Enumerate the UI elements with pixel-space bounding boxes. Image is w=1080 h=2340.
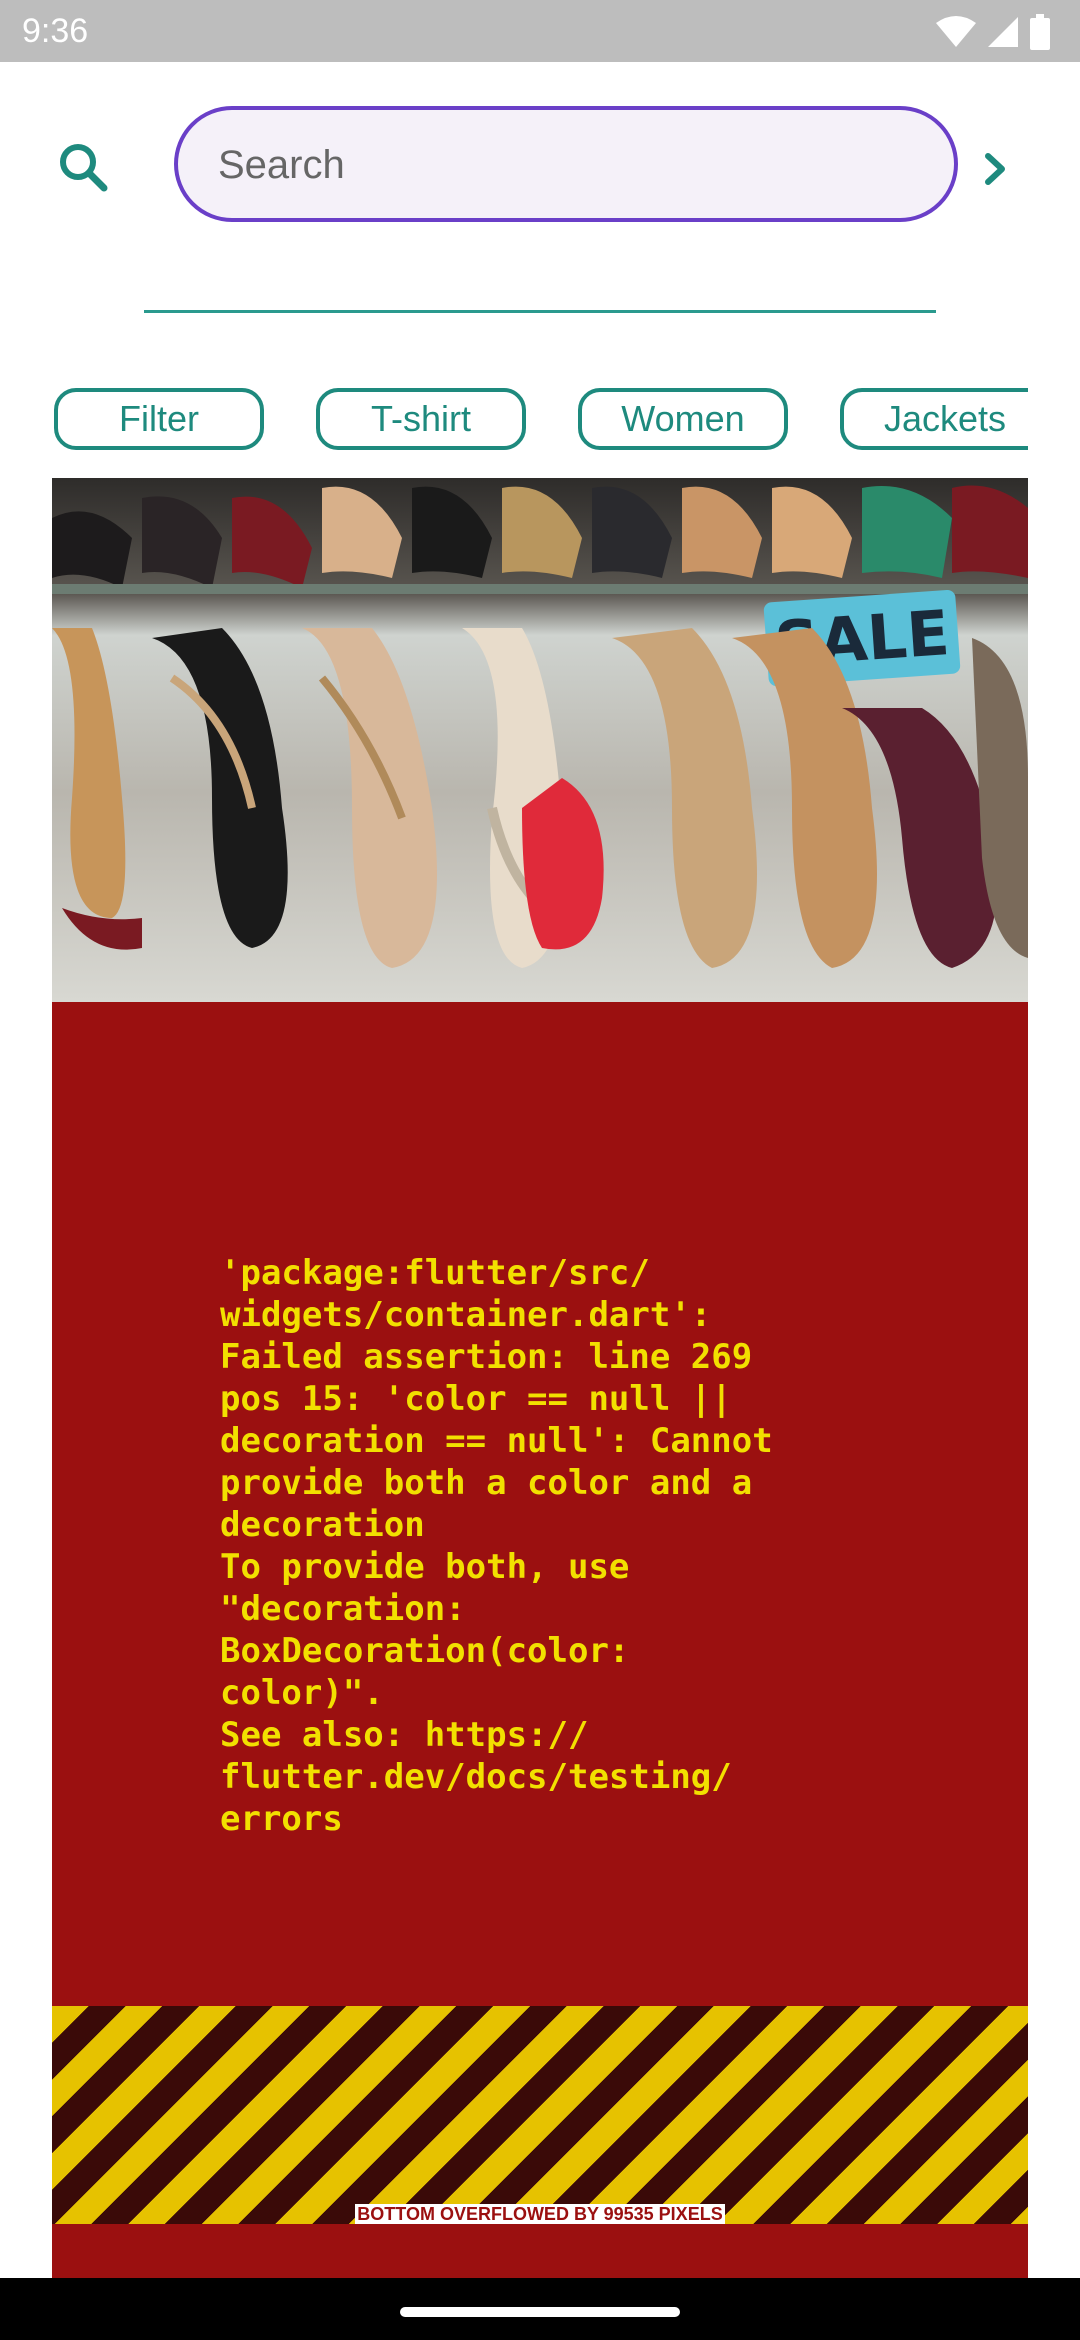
search-field[interactable] <box>174 106 958 222</box>
overflow-label-text: BOTTOM OVERFLOWED BY 99535 PIXELS <box>355 2204 725 2224</box>
sale-banner-image[interactable]: SALE <box>52 478 1028 1002</box>
chevron-right-icon[interactable] <box>978 148 1012 190</box>
search-icon[interactable] <box>56 140 112 196</box>
wifi-icon <box>936 16 976 47</box>
error-panel: 'package:flutter/src/ widgets/container.… <box>52 1002 1028 2278</box>
status-icons <box>936 12 1050 52</box>
search-underline <box>144 310 936 313</box>
home-gesture-handle[interactable] <box>400 2307 680 2317</box>
chip-filter[interactable]: Filter <box>54 388 264 450</box>
chip-jackets[interactable]: Jackets <box>840 388 1028 450</box>
overflow-label: BOTTOM OVERFLOWED BY 99535 PIXELS <box>52 2204 1028 2225</box>
search-input[interactable] <box>216 110 920 220</box>
sandals-illustration: SALE <box>52 478 1028 1002</box>
chip-women[interactable]: Women <box>578 388 788 450</box>
chip-tshirt[interactable]: T-shirt <box>316 388 526 450</box>
battery-icon <box>1030 14 1050 50</box>
overflow-warning-stripes <box>52 2006 1028 2224</box>
cellular-icon <box>988 17 1018 47</box>
error-message: 'package:flutter/src/ widgets/container.… <box>220 1253 773 1839</box>
status-bar: 9:36 <box>0 0 1080 62</box>
chip-row: Filter T-shirt Women Jackets <box>0 384 1028 454</box>
status-time: 9:36 <box>22 12 89 50</box>
